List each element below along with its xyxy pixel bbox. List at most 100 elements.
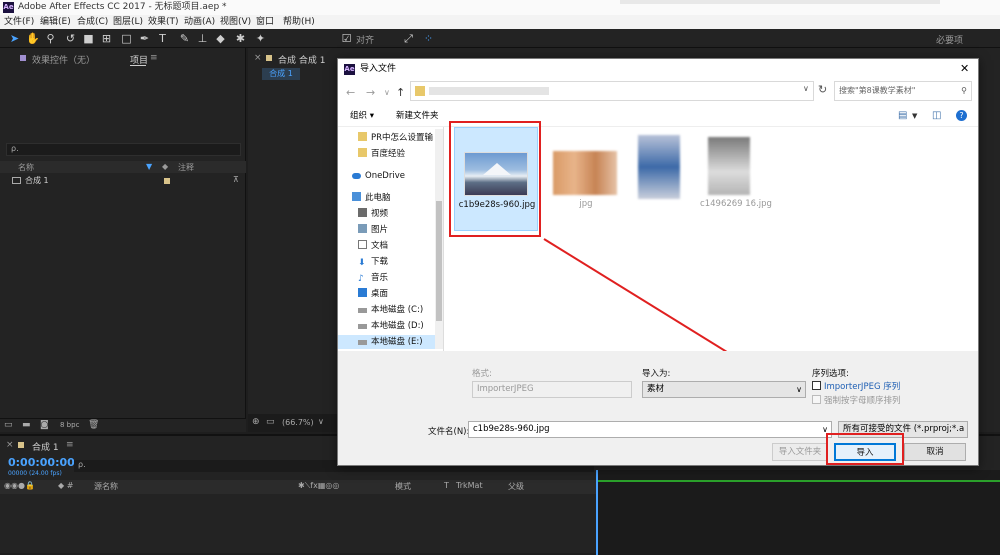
format-field[interactable]: ImporterJPEG [472, 381, 632, 398]
column-parent[interactable]: 父级 [508, 481, 524, 492]
menu-composition[interactable]: 合成(C) [77, 15, 108, 29]
recent-dropdown-icon[interactable]: ∨ [384, 88, 390, 97]
hand-tool-icon[interactable]: ✋ [26, 32, 40, 45]
nav-item-videos[interactable]: 视频 [358, 207, 388, 221]
playhead[interactable] [596, 470, 598, 555]
work-area-bar[interactable] [596, 480, 1000, 482]
tab-menu-icon[interactable]: ≡ [150, 53, 158, 63]
zoom-level[interactable]: (66.7%) [282, 418, 314, 427]
roto-brush-tool-icon[interactable]: ✱ [234, 32, 247, 45]
zoom-dropdown-icon[interactable]: ∨ [318, 417, 324, 426]
nav-item-this-pc[interactable]: 此电脑 [352, 191, 391, 205]
nav-item-documents[interactable]: 文档 [358, 239, 388, 253]
nav-item-desktop[interactable]: 桌面 [358, 287, 388, 301]
import-as-select[interactable]: 素材 ∨ [642, 381, 806, 398]
current-time[interactable]: 0:00:00:00 [8, 456, 75, 469]
new-composition-icon[interactable]: ◙ [40, 420, 49, 430]
filename-input[interactable]: c1b9e28s-960.jpg ∨ [468, 421, 832, 438]
view-mode-dropdown-icon[interactable]: ▼ [912, 105, 917, 127]
menu-effect[interactable]: 效果(T) [148, 15, 179, 29]
project-item-row[interactable]: 合成 1 ⊼ [0, 175, 246, 187]
nav-item-pr-folder[interactable]: PR中怎么设置输 [358, 131, 433, 145]
clone-stamp-tool-icon[interactable]: ⊥ [196, 32, 209, 45]
nav-item-disk-c[interactable]: 本地磁盘 (C:) [358, 303, 423, 317]
interpret-footage-icon[interactable]: ▭ [4, 420, 13, 430]
menu-help[interactable]: 帮助(H) [283, 15, 315, 29]
nav-item-baidu[interactable]: 百度经验 [358, 147, 405, 161]
magnify-icon[interactable]: ⊕ [252, 417, 260, 427]
nav-scrollbar[interactable] [435, 129, 443, 349]
column-t[interactable]: T [444, 481, 449, 490]
brush-tool-icon[interactable]: ✎ [178, 32, 191, 45]
type-tool-icon[interactable]: T [156, 32, 169, 45]
import-folder-button[interactable]: 导入文件夹 [772, 443, 828, 461]
pan-behind-tool-icon[interactable]: ⊞ [100, 32, 113, 45]
comp-subtab[interactable]: 合成 1 [262, 68, 300, 80]
address-bar[interactable]: ∨ [410, 81, 814, 101]
view-mode-icon[interactable]: ▤ [898, 105, 907, 127]
camera-tool-icon[interactable]: ■ [82, 32, 95, 45]
new-folder-icon[interactable]: ▬ [22, 420, 31, 430]
up-arrow-icon[interactable]: ↑ [396, 86, 405, 99]
menu-animation[interactable]: 动画(A) [184, 15, 215, 29]
comp-close-icon[interactable]: × [254, 53, 262, 63]
column-name[interactable]: 名称 [18, 162, 34, 173]
nav-item-disk-e[interactable]: 本地磁盘 (E:) [338, 335, 435, 349]
project-column-header: 名称 ▼ ◆ 注释 [0, 161, 246, 173]
menu-view[interactable]: 视图(V) [220, 15, 251, 29]
project-search-input[interactable]: ρ. [6, 143, 241, 156]
preview-pane-icon[interactable]: ◫ [932, 105, 941, 127]
nav-scrollbar-thumb[interactable] [436, 201, 442, 321]
import-as-dropdown-icon[interactable]: ∨ [796, 382, 802, 397]
dialog-search-input[interactable]: 搜索"第8课教学素材" ⚲ [834, 81, 972, 101]
tab-timeline[interactable]: 合成 1 [32, 440, 59, 453]
tab-effect-controls[interactable]: 效果控件（无） [32, 53, 95, 66]
rotate-tool-icon[interactable]: ↺ [64, 32, 77, 45]
menu-window[interactable]: 窗口 [256, 15, 274, 29]
nav-item-pictures[interactable]: 图片 [358, 223, 388, 237]
column-label[interactable]: 注释 [178, 162, 194, 173]
menu-layer[interactable]: 图层(L) [113, 15, 143, 29]
help-icon[interactable]: ? [956, 110, 967, 121]
timeline-track-area[interactable] [596, 470, 1000, 555]
refresh-icon[interactable]: ↻ [818, 83, 827, 96]
cancel-button[interactable]: 取消 [904, 443, 966, 461]
nav-item-music[interactable]: ♪ 音乐 [358, 271, 388, 285]
pen-tool-icon[interactable]: ✒ [138, 32, 151, 45]
workspace-label[interactable]: 必要项 [936, 33, 963, 46]
zoom-tool-icon[interactable]: ⚲ [44, 32, 57, 45]
snap-option-icon[interactable]: ⤢ [402, 32, 415, 45]
folder-icon [358, 132, 367, 141]
timeline-menu-icon[interactable]: ≡ [66, 440, 74, 450]
address-dropdown-icon[interactable]: ∨ [803, 84, 809, 93]
flowchart-icon[interactable]: ⊼ [233, 175, 239, 184]
organize-button[interactable]: 组织 ▾ [350, 105, 374, 127]
puppet-tool-icon[interactable]: ✦ [254, 32, 267, 45]
monitor-icon[interactable]: ▭ [266, 417, 275, 427]
rectangle-tool-icon[interactable]: □ [120, 32, 133, 45]
snap-grid-icon[interactable]: ⁘ [422, 32, 435, 45]
tab-composition[interactable]: 合成 合成 1 [278, 53, 325, 66]
av-switches-icon: ◉◉●🔒 [4, 481, 35, 490]
column-trkmat[interactable]: TrkMat [456, 481, 483, 490]
menu-edit[interactable]: 编辑(E) [40, 15, 71, 29]
bit-depth-label[interactable]: 8 bpc [60, 421, 79, 429]
timeline-close-icon[interactable]: × [6, 440, 14, 450]
menu-file[interactable]: 文件(F) [4, 15, 34, 29]
back-arrow-icon[interactable]: ← [346, 86, 355, 99]
column-source-name[interactable]: 源名称 [94, 481, 118, 492]
column-mode[interactable]: 模式 [395, 481, 411, 492]
trash-icon[interactable]: 🗑 [88, 420, 99, 430]
sort-arrow-icon[interactable]: ▼ [146, 162, 152, 171]
selection-tool-icon[interactable]: ➤ [8, 32, 21, 45]
alphabetical-checkbox[interactable] [812, 395, 821, 404]
nav-item-onedrive[interactable]: OneDrive [352, 169, 405, 183]
dialog-close-icon[interactable]: ✕ [960, 59, 969, 79]
new-folder-button[interactable]: 新建文件夹 [396, 105, 439, 127]
nav-item-disk-d[interactable]: 本地磁盘 (D:) [358, 319, 424, 333]
eraser-tool-icon[interactable]: ◆ [214, 32, 227, 45]
nav-item-downloads[interactable]: ⬇ 下载 [358, 255, 388, 269]
snap-checkbox-icon[interactable]: ☑ [340, 32, 353, 45]
sequence-checkbox[interactable] [812, 381, 821, 390]
forward-arrow-icon[interactable]: → [366, 86, 375, 99]
